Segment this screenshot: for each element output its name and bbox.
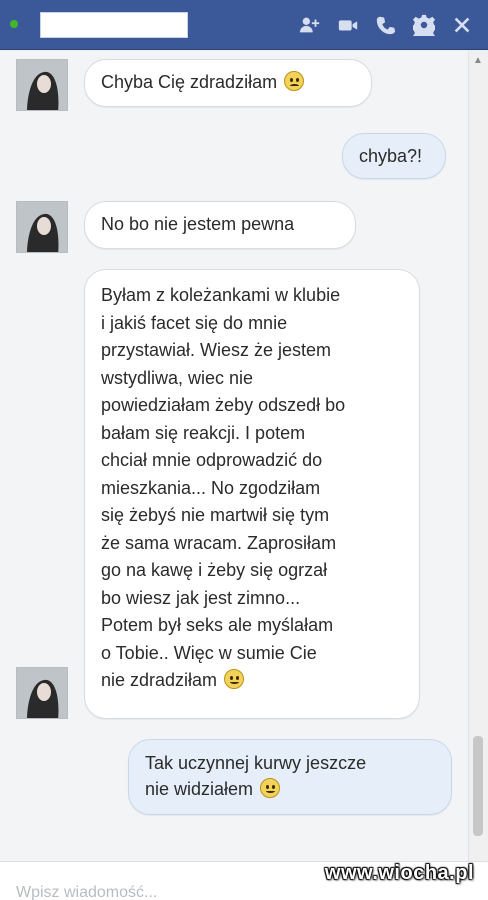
online-status-dot bbox=[10, 20, 18, 28]
scroll-thumb[interactable] bbox=[473, 736, 483, 836]
watermark: www.wiocha.pl bbox=[324, 862, 474, 884]
add-people-icon[interactable] bbox=[296, 11, 324, 39]
contact-avatar[interactable] bbox=[16, 59, 68, 111]
message-text: No bo nie jestem pewna bbox=[101, 214, 295, 234]
message-text: Chyba Cię zdradziłam bbox=[101, 72, 278, 92]
smile-emoji-icon bbox=[260, 778, 281, 798]
message-line: się żebyś nie martwił się tym bbox=[101, 505, 330, 525]
message-line: chciał mnie odprowadzić do bbox=[101, 450, 323, 470]
message-bubble: Chyba Cię zdradziłam bbox=[84, 59, 372, 107]
message-line: i jakiś facet się do mnie bbox=[101, 312, 288, 333]
sad-face-emoji-icon bbox=[284, 71, 305, 91]
message-line: Byłam z koleżankami w klubie bbox=[101, 285, 341, 305]
phone-call-icon[interactable] bbox=[372, 11, 400, 39]
message-line: bałam się reakcji. I potem bbox=[101, 422, 306, 443]
message-text: chyba?! bbox=[359, 146, 423, 166]
message-line: powiedziałam żeby odszedł bo bbox=[101, 395, 346, 415]
message-line: mieszkania... No zgodziłam bbox=[101, 477, 321, 498]
message-line: wstydliwa, wiec nie bbox=[101, 367, 254, 388]
message-line: o Tobie.. Więc w sumie Cie bbox=[101, 642, 317, 663]
scroll-up-arrow-icon[interactable]: ▲ bbox=[472, 55, 484, 67]
message-line: że sama wracam. Zaprosiłam bbox=[101, 532, 337, 553]
scrollbar[interactable]: ▲ bbox=[468, 51, 488, 861]
message-line: Potem był seks ale myślałam bbox=[101, 615, 334, 635]
header-actions bbox=[296, 11, 476, 39]
chat-header bbox=[0, 0, 488, 50]
message-line: bo wiesz jak jest zimno... bbox=[101, 587, 301, 608]
message-thread[interactable]: Chyba Cię zdradziłam chyba?! No bo nie j… bbox=[0, 51, 488, 861]
message-line: go na kawę i żeby się ogrzał bbox=[101, 560, 328, 580]
video-call-icon[interactable] bbox=[334, 11, 362, 39]
contact-avatar[interactable] bbox=[16, 201, 68, 253]
my-message-bubble: chyba?! bbox=[342, 133, 446, 179]
contact-name[interactable] bbox=[40, 12, 188, 38]
message-line: Tak uczynnej kurwy jeszcze bbox=[145, 753, 367, 773]
smile-emoji-icon bbox=[224, 669, 245, 689]
settings-gear-icon[interactable] bbox=[410, 11, 438, 39]
close-icon[interactable] bbox=[448, 11, 476, 39]
message-input-placeholder[interactable]: Wpisz wiadomość... bbox=[16, 884, 157, 900]
contact-avatar[interactable] bbox=[16, 667, 68, 719]
my-message-bubble: Tak uczynnej kurwy jeszcze nie widziałem bbox=[128, 739, 452, 815]
message-bubble: No bo nie jestem pewna bbox=[84, 201, 356, 249]
message-line-last: nie zdradziłam bbox=[101, 667, 403, 695]
message-line: przystawiał. Wiesz że jestem bbox=[101, 340, 332, 360]
message-text: nie widziałem bbox=[145, 779, 254, 799]
message-line-last: nie widziałem bbox=[145, 776, 435, 802]
message-bubble: Byłam z koleżankami w klubie i jakiś fac… bbox=[84, 269, 420, 719]
message-text: nie zdradziłam bbox=[101, 670, 218, 690]
